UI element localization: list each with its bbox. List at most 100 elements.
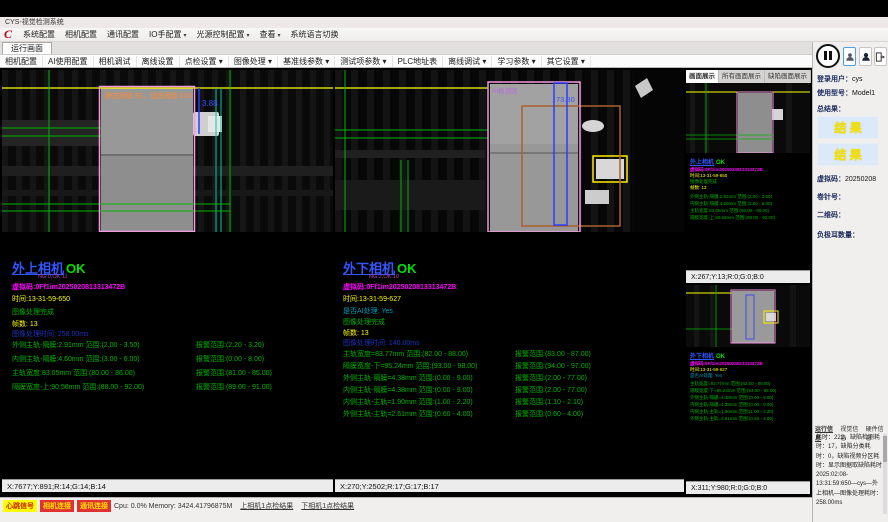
- tool-spot-check-settings[interactable]: 点检设置 ▾: [180, 56, 229, 67]
- mini-frame: 帧数: 13: [690, 185, 707, 191]
- upper-camera-check-link[interactable]: 上相机1点检结果: [240, 501, 293, 511]
- mini-view-lower-outer: 外下相机OK 虚拟码:0Ff1im2025020813313472B 时间:13…: [686, 285, 810, 494]
- dropdown-arrow-icon: ▾: [278, 33, 281, 39]
- tool-learning-params[interactable]: 学习参数 ▾: [492, 56, 541, 67]
- measurement-row: 隔膜宽度-下=95.24mm 范围:(93.00 - 98.00) 报警范围:(…: [343, 361, 663, 371]
- negative-tab-count-label: 负极耳数量：: [817, 230, 859, 240]
- result-ok-badge: OK: [66, 261, 86, 276]
- right-control-panel: 登录用户：cys 使用型号：Model1 总结果： 结 果 结 果 虚拟码：20…: [812, 42, 888, 522]
- process-done-text: 图像处理完成: [12, 307, 54, 317]
- total-result-label: 总结果：: [817, 104, 845, 114]
- run-info-text: 耗时：222，缺陷检测耗时：17，缺陷分类耗时：0，缺陷视频分区耗时：显示图据取…: [816, 434, 882, 508]
- measurement-row: 外侧主轨-隔膜=4.38mm 范围:(0.00 - 9.00) 报警范围:(2.…: [343, 373, 663, 383]
- menu-item-system-config[interactable]: 系统配置: [18, 29, 60, 40]
- camera-image-lower-outer[interactable]: AI检测区 73.80: [335, 70, 684, 232]
- tab-all-screens[interactable]: 所有画面展示: [719, 70, 765, 83]
- coordinate-bar: X:311;Y:980;R:0;G:0;B:0: [686, 481, 810, 494]
- desktop-strip: [0, 0, 888, 17]
- login-user-value: cys: [852, 76, 863, 83]
- tool-ai-use-config[interactable]: AI使用配置: [43, 56, 94, 67]
- tabstrip: 运行画面: [0, 42, 812, 54]
- tab-screen-display[interactable]: 画面展示: [686, 70, 719, 83]
- menu-item-light-config[interactable]: 光源控制配置▾: [191, 29, 254, 40]
- menu-item-io-config[interactable]: IO手配置▾: [144, 29, 191, 40]
- app-logo-icon: C: [4, 27, 12, 42]
- comm-connection-badge: 通讯连接: [77, 500, 111, 512]
- tool-offline-settings[interactable]: 离线设置: [137, 56, 180, 67]
- mini-measurement: 内侧主轨-隔膜=4.38mm 范围:(0.00 - 9.00): [690, 402, 773, 408]
- virtual-code-value: 20250208: [845, 176, 876, 183]
- mini-measurement: 隔膜宽度-下=95.24mm 范围:(93.00 - 98.00): [690, 388, 776, 394]
- coordinate-bar: X:267;Y:13;R:0;G:0;B:0: [686, 270, 810, 283]
- model-row: 使用型号：Model1: [817, 88, 875, 98]
- display-mode-tabs: 画面展示 所有画面展示 缺陷画面展示: [686, 70, 810, 83]
- mini-measurement: 主轨宽度:83.05mm 范围:(80.00 - 86.00): [690, 208, 769, 214]
- person-icon: [845, 51, 855, 63]
- threshold-overlay-text: 静态阈值:93，动态阈值:100: [105, 91, 191, 100]
- mini-camera-image[interactable]: [686, 285, 810, 347]
- result-ok-badge: OK: [397, 261, 417, 276]
- tool-baseline-params[interactable]: 基准线参数 ▾: [278, 56, 335, 67]
- ng-ok-counter: NG:0,OK:11: [38, 274, 68, 280]
- measurement-row: 内侧主轨-隔膜:4.60mm 范围:(3.00 - 6.00) 报警范围:(0.…: [12, 354, 332, 364]
- ai-region-label: AI检测区: [492, 86, 518, 95]
- dropdown-arrow-icon: ▾: [183, 33, 186, 39]
- mini-camera-image[interactable]: [686, 83, 810, 153]
- frame-count-text: 帧数: 13: [12, 319, 38, 329]
- tool-image-processing[interactable]: 图像处理 ▾: [229, 56, 278, 67]
- tool-offline-debug[interactable]: 离线调试 ▾: [443, 56, 492, 67]
- tool-camera-debug[interactable]: 相机调试: [94, 56, 137, 67]
- mini-measurement: 内侧主轨-主轨=1.90mm 范围:(1.00 - 2.20): [690, 409, 773, 415]
- measurement-row: 外侧主轨-隔膜:2.91mm 范围:(2.00 - 3.50) 报警范围:(2.…: [12, 340, 332, 350]
- user-login-button[interactable]: [843, 47, 856, 66]
- camera-image-upper-outer[interactable]: 静态阈值:93，动态阈值:100 3.88: [2, 70, 333, 232]
- menu-item-view[interactable]: 查看▾: [255, 29, 286, 40]
- process-time-text: 图像处理时间: 140.00ms: [343, 338, 420, 348]
- tab-defect-screens[interactable]: 缺陷画面展示: [765, 70, 811, 83]
- menu-item-comm-config[interactable]: 通讯配置: [102, 29, 144, 40]
- frame-count-text: 帧数: 13: [343, 328, 369, 338]
- measurement-row: 隔膜宽度-上:90.56mm 范围:(88.00 - 92.00) 报警范围:(…: [12, 382, 332, 392]
- toolbar: 相机配置 AI使用配置 相机调试 离线设置 点检设置 ▾ 图像处理 ▾ 基准线参…: [0, 54, 812, 68]
- camera-view-lower-outer: AI检测区 73.80 外下相机OK NG:2,OK:10 虚拟码:0Ff1im…: [335, 70, 684, 492]
- result-box-lower: 结 果: [817, 143, 879, 166]
- tab-run-screen[interactable]: 运行画面: [2, 42, 52, 54]
- lower-camera-check-link[interactable]: 下相机1点检结果: [301, 501, 354, 511]
- window-titlebar: CYS-视觉检测系统: [0, 17, 888, 28]
- measurement-row: 内侧主轨-隔膜=4.38mm 范围:(0.00 - 9.00) 报警范围:(2.…: [343, 385, 663, 395]
- tool-camera-config[interactable]: 相机配置: [0, 56, 43, 67]
- process-time-text: 图像处理时间: 258.00ms: [12, 329, 89, 339]
- menu-item-language-switch[interactable]: 系统语言切换: [286, 29, 344, 40]
- time-text: 时间:13-31-59-650: [12, 294, 70, 304]
- model-value: Model1: [852, 90, 875, 97]
- info-scrollbar[interactable]: [883, 434, 887, 514]
- exit-button[interactable]: [874, 47, 887, 66]
- app-window: CYS-视觉检测系统 C 系统配置 相机配置 通讯配置 IO手配置▾ 光源控制配…: [0, 0, 888, 522]
- menubar: C 系统配置 相机配置 通讯配置 IO手配置▾ 光源控制配置▾ 查看▾ 系统语言…: [0, 28, 888, 42]
- mini-measurement: 外侧主轨-隔膜=4.38mm 范围:(0.00 - 9.00): [690, 395, 773, 401]
- coordinate-bar: X:270;Y:2502;R:17;G:17;B:17: [335, 479, 684, 492]
- mini-view-upper-outer: 外上相机OK 虚拟码:0Ff1im2025020813313472B 时间:13…: [686, 83, 810, 283]
- mini-measurement: 主轨宽度=83.77mm 范围:(82.00 - 88.00): [690, 381, 770, 387]
- menu-item-camera-config[interactable]: 相机配置: [60, 29, 102, 40]
- pause-button[interactable]: [816, 44, 840, 68]
- tool-other-settings[interactable]: 其它设置 ▾: [542, 56, 591, 67]
- ai-processed-text: 是否AI处理: Yes: [343, 306, 393, 316]
- dropdown-arrow-icon: ▾: [246, 33, 249, 39]
- admin-user-button[interactable]: [859, 47, 872, 66]
- login-user-row: 登录用户：cys: [817, 74, 863, 84]
- tool-plc-address-table[interactable]: PLC地址表: [393, 56, 444, 67]
- tool-test-item-params[interactable]: 测试项参数 ▾: [335, 56, 392, 67]
- measurement-row: 主轨宽度:83.05mm 范围:(80.00 - 86.00) 报警范围:(81…: [12, 368, 332, 378]
- mini-camera-result-title: 外上相机OK: [690, 157, 725, 166]
- exit-door-icon: [875, 51, 886, 63]
- cpu-memory-text: Cpu: 0.0% Memory: 3424.41796875M: [114, 503, 232, 510]
- process-done-text: 图像处理完成: [343, 317, 385, 327]
- blue-measure-overlay: 3.88: [202, 99, 218, 108]
- window-title: CYS-视觉检测系统: [5, 19, 64, 26]
- mini-measurement: 隔膜宽度-上:90.56mm 范围:(88.00 - 92.00): [690, 215, 775, 221]
- result-box-upper: 结 果: [817, 116, 879, 139]
- qrcode-label: 二维码：: [817, 210, 845, 220]
- heartbeat-badge: 心跳信号: [3, 500, 37, 512]
- ng-ok-counter: NG:2,OK:10: [369, 274, 399, 280]
